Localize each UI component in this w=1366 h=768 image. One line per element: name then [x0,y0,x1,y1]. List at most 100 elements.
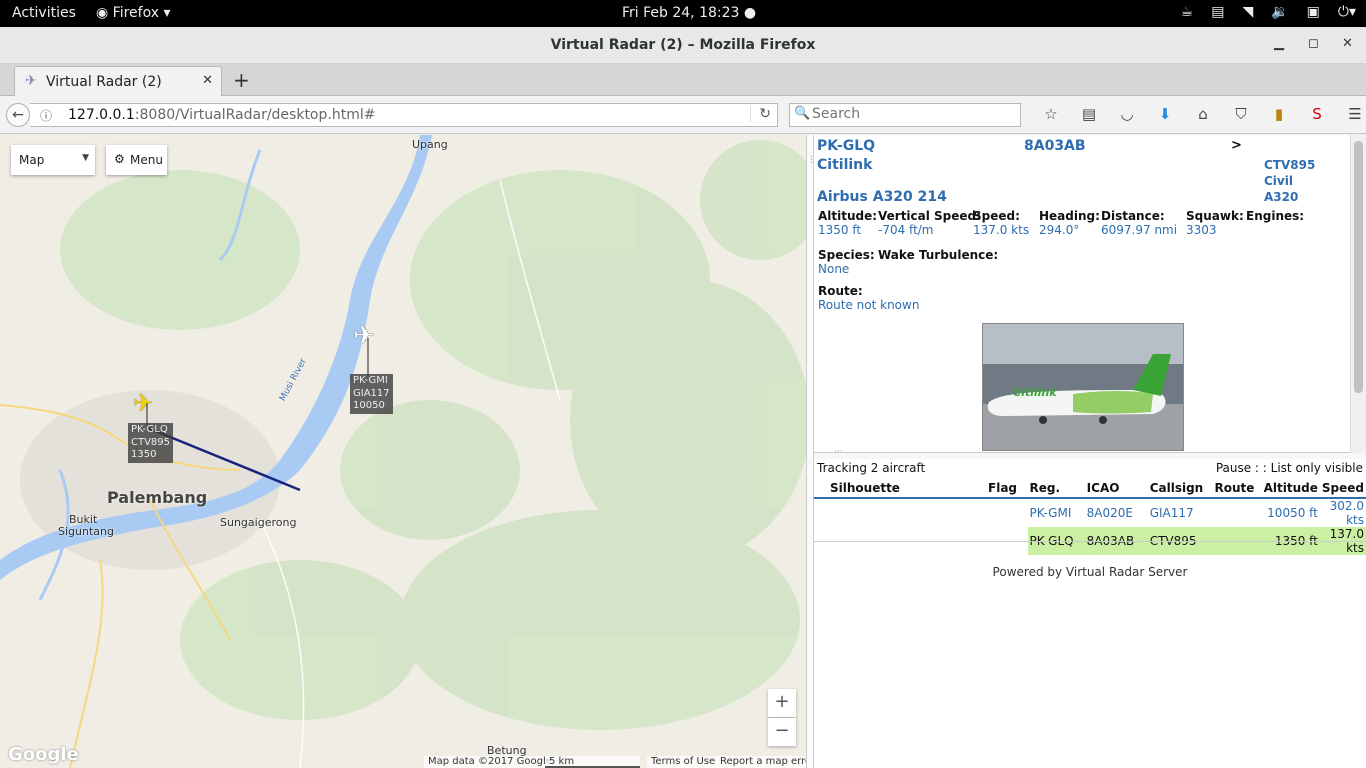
map-type-select[interactable]: Map ▼ [11,145,95,175]
powered-by: Powered by Virtual Radar Server [992,565,1188,579]
url-bar[interactable]: ⓘ 127.0.0.1:8080/VirtualRadar/desktop.ht… [30,103,778,127]
addon-icon[interactable]: ▮ [1260,105,1298,123]
distance-value: 6097.97 nmi [1101,223,1178,237]
home-icon[interactable]: ⌂ [1184,105,1222,123]
tab-bar: ✈ Virtual Radar (2) ✕ + [0,64,1366,96]
col-reg[interactable]: Reg. [1027,478,1085,499]
detail-registration: PK-GLQ [817,138,876,154]
search-box[interactable]: 🔍 [789,103,1021,127]
aircraft-marker-pk-glq[interactable]: ✈ [133,389,153,417]
app-menu[interactable]: ◉ Firefox ▾ [96,5,171,21]
aircraft-label-reg: PK-GMI [353,375,388,386]
detail-operator: Citilink [817,157,873,173]
col-callsign[interactable]: Callsign [1147,478,1213,499]
cell-callsign: GIA117 [1149,506,1194,520]
distance-label: Distance: [1101,209,1165,223]
menu-label: Menu [130,153,163,167]
aircraft-label-pk-glq[interactable]: PK-GLQ CTV895 1350 [128,423,174,463]
aircraft-label-callsign: GIA117 [353,387,390,399]
zoom-in-button[interactable]: + [768,689,796,717]
bookmark-star-icon[interactable]: ☆ [1032,105,1070,123]
table-row[interactable]: PK-GMI 8A020E GIA117 10050 ft 302.0 kts [814,498,1366,527]
window-title: Virtual Radar (2) – Mozilla Firefox [550,37,816,53]
details-scrollbar[interactable] [1350,135,1366,453]
downloads-icon[interactable]: ⬇ [1146,105,1184,123]
aircraft-photo: Citilink [982,323,1184,451]
firefox-icon: ◉ [96,5,113,21]
minimize-button[interactable]: ▁ [1274,36,1284,51]
tab-virtual-radar[interactable]: ✈ Virtual Radar (2) ✕ [14,66,222,96]
menu-button[interactable]: ⚙ Menu [106,145,167,175]
col-icao[interactable]: ICAO [1084,478,1148,499]
addon-s-icon[interactable]: S [1298,105,1336,123]
cell-reg: PK-GMI [1029,506,1072,520]
route-label: Route: [818,284,863,298]
cell-silhouette [814,498,972,527]
altitude-value: 1350 ft [818,223,862,237]
aircraft-detail-panel: PK-GLQ 8A03AB > Citilink CTV895 Civil A3… [814,135,1366,453]
report-map-error-link[interactable]: Report a map error [716,756,820,768]
map-scale[interactable]: 5 km [545,756,640,768]
hamburger-menu-icon[interactable]: ☰ [1336,105,1366,123]
detail-callsign: CTV895 [1264,158,1316,172]
aircraft-marker-pk-gmi[interactable]: ✈ [353,321,375,351]
activities-button[interactable]: Activities [12,5,76,21]
pocket-icon[interactable]: ◡ [1108,105,1146,123]
species-label: Species: [818,248,875,262]
scrollbar-thumb[interactable] [1354,141,1363,393]
back-button[interactable]: ← [6,103,30,127]
plane-favicon-icon: ✈ [25,73,37,89]
aircraft-label-pk-gmi[interactable]: PK-GMI GIA117 10050 [350,374,393,414]
clock[interactable]: Fri Feb 24, 18:23 ● [622,5,756,21]
map-canvas [0,135,806,768]
squawk-value: 3303 [1186,223,1217,237]
divider [814,541,1366,542]
maximize-button[interactable]: ◻ [1308,36,1319,51]
clock-label: Fri Feb 24, 18:23 [622,5,740,21]
photo-livery-text: Citilink [1013,386,1057,399]
search-input[interactable] [812,106,1012,122]
dropdown-caret-icon: ▼ [82,153,89,163]
aircraft-table: Silhouette Flag Reg. ICAO Callsign Route… [814,478,1366,555]
wifi-icon[interactable]: ◥ [1242,4,1253,20]
place-palembang: Palembang [107,488,208,507]
detail-icao: 8A03AB [1024,138,1086,154]
place-upang: Upang [412,138,448,151]
new-tab-button[interactable]: + [233,68,250,92]
reload-icon[interactable]: ↻ [750,106,771,122]
heading-label: Heading: [1039,209,1100,223]
col-silhouette[interactable]: Silhouette [814,478,973,499]
ublock-icon[interactable]: ⛉ [1222,105,1260,123]
terms-of-use-link[interactable]: Terms of Use [647,756,720,768]
power-icon[interactable]: ⏻▾ [1338,4,1356,20]
map-area[interactable]: Upang Palembang Bukit Siguntang Sungaige… [0,135,806,768]
col-speed[interactable]: Speed [1319,478,1366,499]
detail-expand-arrow[interactable]: > [1231,138,1242,153]
speed-label: Speed: [973,209,1020,223]
aircraft-label-callsign: CTV895 [131,436,171,448]
system-tray[interactable]: ☕ ▤ ◥ 🔉 ▣ ⏻▾ [1181,4,1356,20]
zoom-out-button[interactable]: − [768,718,796,746]
reading-list-icon[interactable]: ▤ [1070,105,1108,123]
info-icon[interactable]: ⓘ [40,107,52,124]
toolbar-icons: ☆ ▤ ◡ ⬇ ⌂ ⛉ ▮ S ☰ [1032,105,1366,123]
cell-route [1212,498,1261,527]
detail-model: Airbus A320 214 [817,189,947,205]
volume-icon[interactable]: 🔉 [1271,4,1288,20]
col-flag[interactable]: Flag [972,478,1028,499]
battery-icon[interactable]: ▣ [1307,4,1320,20]
list-options[interactable]: Pause : : List only visible [1216,461,1363,475]
col-altitude[interactable]: Altitude [1261,478,1320,499]
tracking-count: Tracking 2 aircraft [817,461,926,475]
table-header-row: Silhouette Flag Reg. ICAO Callsign Route… [814,478,1366,499]
panel-splitter[interactable]: ⋮ [806,135,816,768]
col-route[interactable]: Route [1212,478,1262,499]
engines-label: Engines: [1246,209,1305,223]
vspeed-label: Vertical Speed: [878,209,981,223]
close-tab-icon[interactable]: ✕ [202,73,213,88]
place-siguntang: Siguntang [58,525,114,538]
close-window-button[interactable]: ✕ [1342,36,1353,51]
keyboard-icon[interactable]: ☕ [1181,4,1194,20]
detail-type-code: A320 [1264,190,1299,204]
clipboard-icon[interactable]: ▤ [1211,4,1224,20]
